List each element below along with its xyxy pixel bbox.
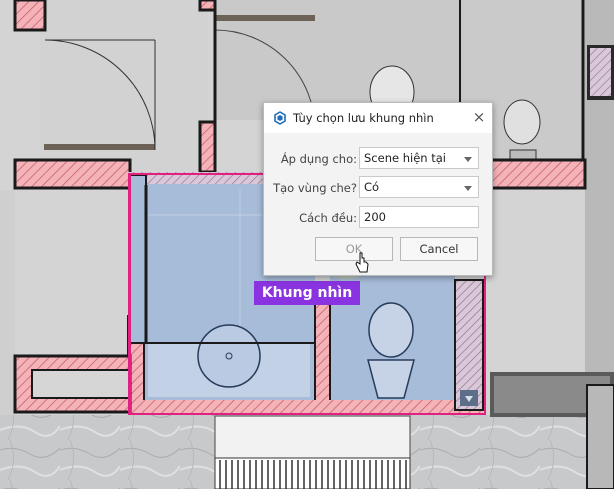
cancel-button[interactable]: Cancel	[400, 237, 478, 261]
viewport-label-tag: Khung nhìn	[254, 281, 360, 305]
apply-to-label: Áp dụng cho:	[280, 152, 357, 166]
mouse-cursor-icon	[355, 252, 369, 273]
create-mask-value: Có	[364, 180, 380, 194]
apply-to-dropdown[interactable]: Scene hiện tại	[359, 147, 479, 169]
wall-post-left	[198, 120, 217, 174]
offset-label: Cách đều:	[299, 211, 357, 225]
dialog-title-bar[interactable]: Tùy chọn lưu khung nhìn ×	[264, 103, 492, 133]
offset-input[interactable]: 200	[359, 206, 479, 228]
floor-bottom-right	[410, 415, 614, 489]
floor-bottom-left	[0, 415, 215, 489]
toilet-bowl	[368, 302, 414, 358]
wall-mid-right	[483, 158, 587, 190]
wall-viewport-bottom	[128, 400, 483, 414]
chevron-down-icon	[464, 157, 472, 162]
create-mask-label: Tạo vùng che?	[273, 181, 357, 195]
dialog-title: Tùy chọn lưu khung nhìn	[293, 111, 434, 125]
sink-top	[503, 99, 541, 145]
chevron-down-icon	[464, 186, 472, 191]
apply-to-value: Scene hiện tại	[364, 151, 446, 165]
offset-value: 200	[364, 210, 386, 224]
wall-viewport-divider	[314, 291, 331, 405]
radiator-grille	[214, 457, 411, 489]
save-view-options-dialog: Tùy chọn lưu khung nhìn × Áp dụng cho: S…	[263, 102, 493, 276]
sketchup-logo-icon	[274, 111, 286, 125]
wall-top-left	[13, 0, 47, 32]
shower-drain	[197, 324, 261, 388]
wall-mid-left	[13, 158, 132, 190]
create-mask-dropdown[interactable]: Có	[359, 176, 479, 198]
floor-left-column	[0, 190, 15, 415]
wall-right-hatch	[590, 48, 611, 96]
ok-button[interactable]: OK	[315, 237, 393, 261]
close-icon[interactable]: ×	[470, 107, 488, 127]
wall-top-mid	[198, 0, 217, 12]
